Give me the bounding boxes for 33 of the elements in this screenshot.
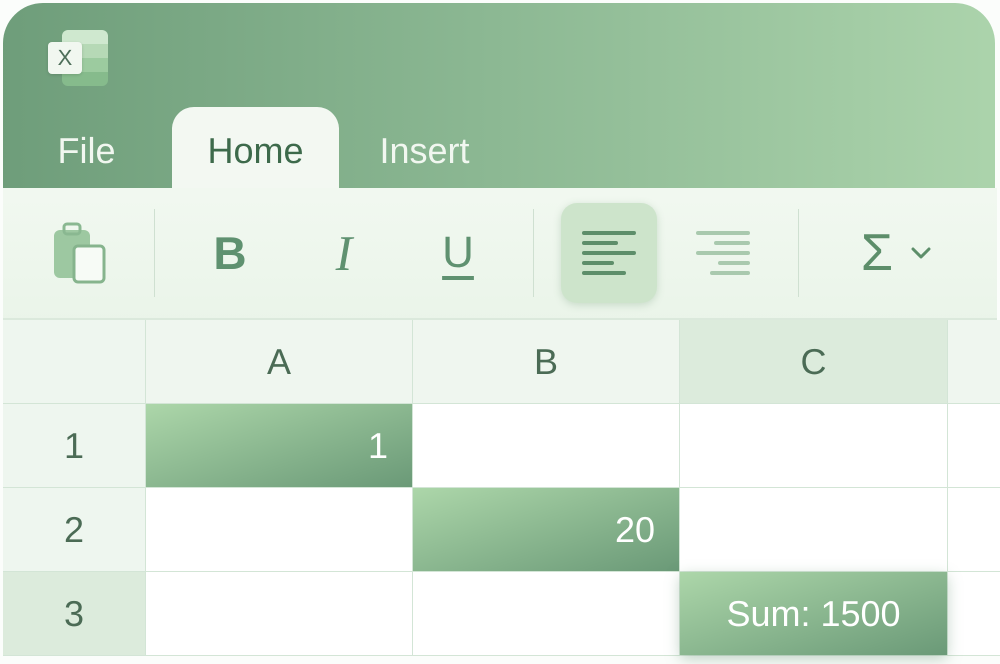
logo-letter: X — [48, 42, 82, 74]
corner-header[interactable] — [3, 320, 145, 403]
row-header[interactable]: 2 — [3, 488, 145, 571]
bold-button[interactable]: B — [182, 203, 278, 303]
spreadsheet-cell[interactable] — [948, 488, 1000, 571]
column-header[interactable]: B — [413, 320, 679, 403]
spreadsheet-cell[interactable] — [948, 404, 1000, 487]
align-left-button[interactable] — [561, 203, 657, 303]
spreadsheet-cell[interactable] — [680, 488, 947, 571]
spreadsheet-cell[interactable] — [146, 488, 412, 571]
spreadsheet-cell[interactable] — [680, 404, 947, 487]
row-header[interactable]: 3 — [3, 572, 145, 655]
spreadsheet-cell[interactable] — [413, 572, 679, 655]
spreadsheet-cell[interactable]: 1 — [146, 404, 412, 487]
align-left-icon — [582, 231, 636, 275]
spreadsheet-cell[interactable] — [413, 404, 679, 487]
column-header[interactable] — [948, 320, 1000, 403]
row-header[interactable]: 1 — [3, 404, 145, 487]
column-header[interactable]: A — [146, 320, 412, 403]
italic-button[interactable]: I — [296, 203, 392, 303]
ribbon-tab[interactable]: File — [3, 107, 170, 188]
spreadsheet-cell[interactable]: Sum: 1500 — [680, 572, 947, 655]
underline-button[interactable]: U — [410, 203, 506, 303]
align-right-icon — [696, 231, 750, 275]
spreadsheet-cell[interactable] — [948, 572, 1000, 655]
clipboard-icon — [52, 222, 106, 284]
spreadsheet-cell[interactable] — [146, 572, 412, 655]
ribbon-tab[interactable]: Insert — [341, 107, 508, 188]
column-header[interactable]: C — [680, 320, 947, 403]
spreadsheet-cell[interactable]: 20 — [413, 488, 679, 571]
ribbon-tab[interactable]: Home — [172, 107, 339, 188]
autosum-button[interactable]: Σ — [826, 203, 966, 303]
caret-icon — [911, 247, 932, 259]
